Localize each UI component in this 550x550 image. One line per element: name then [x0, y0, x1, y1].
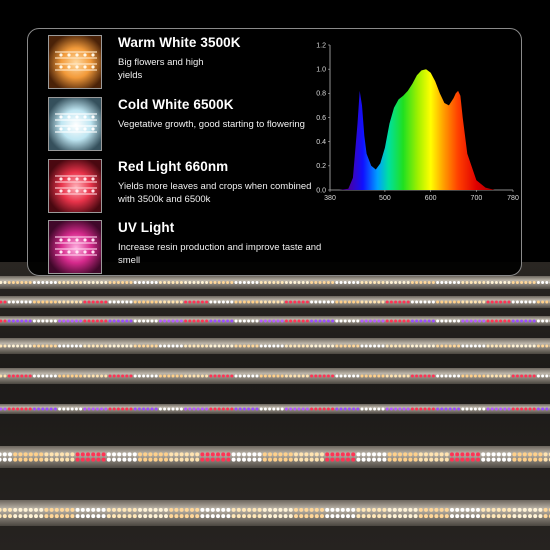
- feature-warm-white: Warm White 3500K Big flowers and high yi…: [48, 35, 318, 91]
- feature-title: Red Light 660nm: [118, 159, 229, 174]
- x-tick-label: 600: [425, 195, 437, 202]
- y-tick-label: 0.2: [316, 163, 326, 170]
- led-strip-diodes: [0, 452, 550, 462]
- led-strip-diodes: [0, 507, 550, 519]
- feature-red-light: Red Light 660nm Yields more leaves and c…: [48, 159, 318, 215]
- y-tick-label: 0.4: [316, 139, 326, 146]
- feature-title: UV Light: [118, 220, 175, 235]
- led-strip: [0, 296, 550, 308]
- led-strip-diodes: [0, 407, 550, 411]
- led-strips-photo: [0, 262, 550, 550]
- led-strip: [0, 276, 550, 289]
- spectrum-area: [330, 69, 513, 190]
- uv-led-icon: [48, 220, 102, 274]
- feature-description: Big flowers and high yields: [118, 57, 204, 81]
- cold-white-led-icon: [48, 97, 102, 151]
- feature-description: Vegetative growth, good starting to flow…: [118, 119, 305, 130]
- x-tick-label: 780: [507, 195, 519, 202]
- feature-description: Yields more leaves and crops when combin…: [118, 181, 312, 205]
- feature-panel: Warm White 3500K Big flowers and high yi…: [27, 28, 522, 276]
- x-tick-label: 500: [379, 195, 391, 202]
- led-strip: [0, 404, 550, 414]
- x-tick-label: 380: [324, 195, 336, 202]
- feature-uv-light: UV Light Increase resin production and i…: [48, 220, 321, 276]
- red-led-icon: [48, 159, 102, 213]
- led-strip: [0, 446, 550, 468]
- led-strip-diodes: [0, 374, 550, 378]
- warm-white-led-icon: [48, 35, 102, 89]
- y-tick-label: 0.8: [316, 91, 326, 98]
- product-image: Warm White 3500K Big flowers and high yi…: [0, 0, 550, 550]
- feature-cold-white: Cold White 6500K Vegetative growth, good…: [48, 97, 318, 153]
- y-tick-label: 0.0: [316, 187, 326, 194]
- led-strip-diodes: [0, 300, 550, 304]
- feature-title: Warm White 3500K: [118, 35, 241, 50]
- led-strip: [0, 316, 550, 326]
- led-strip: [0, 338, 550, 354]
- led-strip-diodes: [0, 319, 550, 323]
- y-tick-label: 1.0: [316, 66, 326, 73]
- led-strip-diodes: [0, 344, 550, 348]
- x-tick-label: 700: [471, 195, 483, 202]
- y-tick-label: 0.6: [316, 115, 326, 122]
- led-strip-diodes: [0, 281, 550, 284]
- y-tick-label: 1.2: [316, 42, 326, 49]
- led-strip: [0, 500, 550, 526]
- led-strip: [0, 368, 550, 384]
- spectrum-chart: 0.0 0.2 0.4 0.6 0.8 1.0 1.2 380 500 600 700 780: [308, 29, 523, 219]
- feature-description: Increase resin production and improve ta…: [118, 242, 322, 266]
- feature-title: Cold White 6500K: [118, 97, 234, 112]
